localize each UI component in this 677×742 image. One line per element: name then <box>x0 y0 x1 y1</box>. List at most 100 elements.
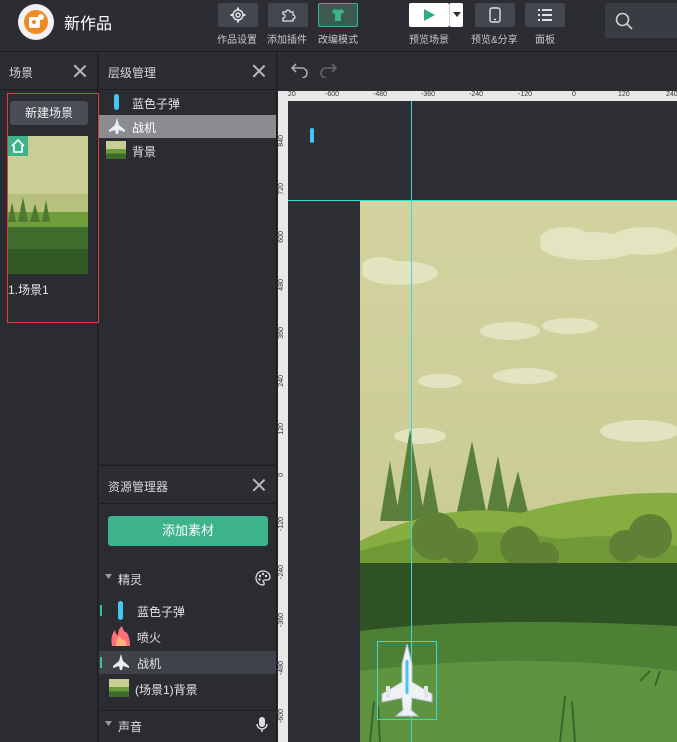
asset-item[interactable]: 战机 <box>99 651 276 674</box>
ruler-tick-label: -360 <box>421 91 436 98</box>
caret-down-icon <box>105 574 112 579</box>
layer-item-label: 战机 <box>132 121 157 135</box>
new-scene-button[interactable]: 新建场景 <box>10 101 88 125</box>
bullet-sprite[interactable] <box>310 128 314 143</box>
play-icon <box>424 9 435 21</box>
tree-icon <box>8 197 50 222</box>
ruler-tick-label: 20 <box>288 91 296 98</box>
app-title: 新作品 <box>64 16 113 33</box>
puzzle-icon <box>282 9 296 22</box>
ruler-tick-label: -480 <box>278 661 285 676</box>
redo-icon[interactable] <box>320 62 338 78</box>
fighter-jet-sprite[interactable] <box>377 641 437 720</box>
panel-label: 面板 <box>535 35 555 46</box>
ruler-tick-label: 600 <box>278 231 285 243</box>
panel-button[interactable] <box>525 3 565 27</box>
search-input[interactable] <box>605 3 677 38</box>
microphone-icon[interactable] <box>256 716 268 733</box>
vertical-ruler: 840 720 600 480 360 240 120 0 -120 -240 … <box>278 101 288 742</box>
palette-icon[interactable] <box>255 570 271 586</box>
preview-scene-button[interactable] <box>409 3 449 27</box>
add-plugin-button[interactable] <box>268 3 308 27</box>
ruler-tick-label: -600 <box>325 91 340 98</box>
fighter-jet-icon <box>109 118 125 134</box>
layer-item[interactable]: 战机 <box>99 115 276 138</box>
ruler-tick-label: 120 <box>618 91 630 98</box>
ruler-tick-label: 480 <box>278 279 285 291</box>
caret-down-icon <box>105 721 112 726</box>
layer-item[interactable]: 背景 <box>99 139 276 162</box>
ruler-tick-label: -120 <box>278 517 285 532</box>
asset-item[interactable]: (场景1)背景 <box>99 677 276 700</box>
asset-item-label: 战机 <box>137 657 162 671</box>
ruler-tick-label: 840 <box>278 135 285 147</box>
asset-item-label: (场景1)背景 <box>135 683 198 697</box>
scene-editor: 20 -600 -480 -360 -240 -120 0 120 240 84… <box>278 52 677 742</box>
settings-label: 作品设置 <box>217 35 257 46</box>
ruler-tick-label: 360 <box>278 327 285 339</box>
top-bar: 新作品 作品设置 添加插件 改编模式 预览场景 预览&分享 面板 <box>0 0 677 52</box>
scene-label[interactable]: 1.场景1 <box>8 281 49 298</box>
home-icon <box>11 138 25 153</box>
asset-item-label: 蓝色子弹 <box>137 605 186 619</box>
fighter-jet-icon <box>113 654 129 670</box>
asset-item[interactable]: 喷火 <box>99 625 276 648</box>
bullet-icon <box>118 601 123 620</box>
scene-panel-header: 场景 <box>0 52 97 90</box>
background-thumbnail-icon <box>109 679 129 697</box>
layer-panel-title: 层级管理 <box>108 66 157 80</box>
sound-section-header[interactable]: 声音 <box>99 710 277 738</box>
in-use-marker <box>100 657 102 668</box>
ruler-tick-label: 720 <box>278 183 285 195</box>
settings-button[interactable] <box>218 3 258 27</box>
in-use-marker <box>100 605 102 616</box>
asset-panel-header: 资源管理器 <box>99 466 276 504</box>
sound-section-label: 声音 <box>118 720 143 734</box>
close-icon[interactable] <box>252 478 266 492</box>
layer-item-label: 背景 <box>132 145 157 159</box>
sprites-section-header[interactable]: 精灵 <box>99 567 277 589</box>
ruler-tick-label: -600 <box>278 709 285 724</box>
plugin-label: 添加插件 <box>267 35 307 46</box>
ruler-tick-label: 0 <box>278 473 285 477</box>
asset-panel: 资源管理器 添加素材 精灵 蓝色子弹 喷火 战机 (场景1)背景 声音 <box>99 465 277 742</box>
preview-dropdown[interactable] <box>449 3 463 27</box>
fire-icon <box>111 626 130 646</box>
scene-thumbnail[interactable] <box>8 136 88 274</box>
close-icon[interactable] <box>73 64 87 78</box>
layer-panel: 层级管理 蓝色子弹 战机 背景 <box>99 52 277 464</box>
ruler-tick-label: 240 <box>278 375 285 387</box>
list-icon <box>538 9 552 21</box>
ruler-tick-label: 240 <box>666 91 677 98</box>
ruler-tick-label: -120 <box>518 91 533 98</box>
ruler-tick-label: -480 <box>373 91 388 98</box>
adapt-mode-button[interactable] <box>318 3 358 27</box>
horizontal-ruler: 20 -600 -480 -360 -240 -120 0 120 240 <box>278 91 677 101</box>
mode-label: 改编模式 <box>318 35 358 46</box>
share-button[interactable] <box>475 3 515 27</box>
asset-panel-title: 资源管理器 <box>108 480 169 494</box>
shirt-icon <box>332 9 344 21</box>
ruler-tick-label: 120 <box>278 423 285 435</box>
sprites-section-label: 精灵 <box>118 573 143 587</box>
layer-item-label: 蓝色子弹 <box>132 97 181 111</box>
layer-item[interactable]: 蓝色子弹 <box>99 91 276 114</box>
ruler-tick-label: -360 <box>278 613 285 628</box>
scene-panel: 场景 新建场景 1.场景1 <box>0 52 99 742</box>
fighter-jet-icon <box>381 643 433 717</box>
bullet-icon <box>114 94 119 110</box>
asset-item[interactable]: 蓝色子弹 <box>99 599 276 622</box>
share-label: 预览&分享 <box>471 35 518 46</box>
close-icon[interactable] <box>252 64 266 78</box>
scene-panel-title: 场景 <box>9 66 34 80</box>
preview-label: 预览场景 <box>409 35 449 46</box>
add-asset-button[interactable]: 添加素材 <box>108 516 268 546</box>
undo-icon[interactable] <box>290 62 308 78</box>
ruler-tick-label: -240 <box>469 91 484 98</box>
logo-icon <box>24 10 48 34</box>
background-thumbnail-icon <box>106 141 126 159</box>
editor-toolbar <box>278 52 677 91</box>
home-badge <box>8 136 28 156</box>
phone-icon <box>489 7 501 23</box>
ruler-tick-label: 0 <box>572 91 576 98</box>
